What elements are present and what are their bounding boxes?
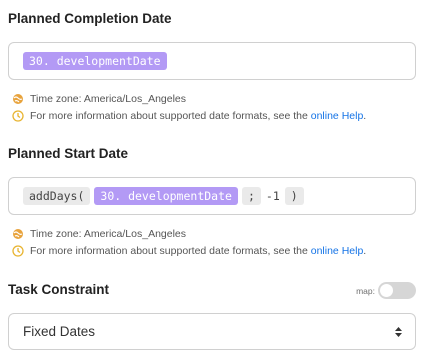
- separator-token[interactable]: ;: [241, 187, 261, 205]
- selected-constraint-value: Fixed Dates: [23, 324, 96, 339]
- start-timezone-row: Time zone: America/Los_Angeles: [12, 228, 186, 240]
- development-date-token[interactable]: 30. developmentDate: [94, 187, 238, 205]
- task-constraint-title: Task Constraint: [8, 282, 110, 297]
- development-date-token[interactable]: 30. developmentDate: [23, 52, 167, 70]
- start-help-row: For more information about supported dat…: [12, 245, 366, 257]
- online-help-link[interactable]: online Help: [311, 110, 364, 122]
- timezone-text: Time zone: America/Los_Angeles: [30, 93, 187, 105]
- task-constraint-select[interactable]: Fixed Dates: [8, 313, 416, 350]
- globe-icon: [13, 229, 23, 239]
- completion-timezone-row: Time zone: America/Los_Angeles: [12, 93, 186, 105]
- clock-icon: [12, 110, 24, 122]
- map-toggle: map:: [356, 282, 416, 299]
- timezone-text: Time zone: America/Los_Angeles: [30, 228, 187, 240]
- planned-completion-date-title: Planned Completion Date: [8, 11, 172, 26]
- planned-start-date-title: Planned Start Date: [8, 146, 129, 161]
- online-help-link[interactable]: online Help: [311, 245, 364, 257]
- globe-icon: [13, 94, 23, 104]
- map-toggle-switch[interactable]: [378, 282, 416, 299]
- add-days-function-token[interactable]: addDays(: [23, 187, 91, 205]
- argument-token[interactable]: -1: [265, 187, 281, 205]
- completion-help-row: For more information about supported dat…: [12, 110, 366, 122]
- close-paren-token[interactable]: ): [284, 187, 304, 205]
- toggle-knob: [380, 284, 393, 297]
- start-date-formula-field[interactable]: addDays( 30. developmentDate ; -1 ): [8, 177, 416, 215]
- help-text: For more information about supported dat…: [30, 245, 367, 257]
- map-toggle-label: map:: [356, 285, 375, 296]
- completion-date-formula-field[interactable]: 30. developmentDate: [8, 42, 416, 80]
- clock-icon: [12, 245, 24, 257]
- help-text: For more information about supported dat…: [30, 110, 367, 122]
- sort-arrows-icon: [395, 326, 402, 337]
